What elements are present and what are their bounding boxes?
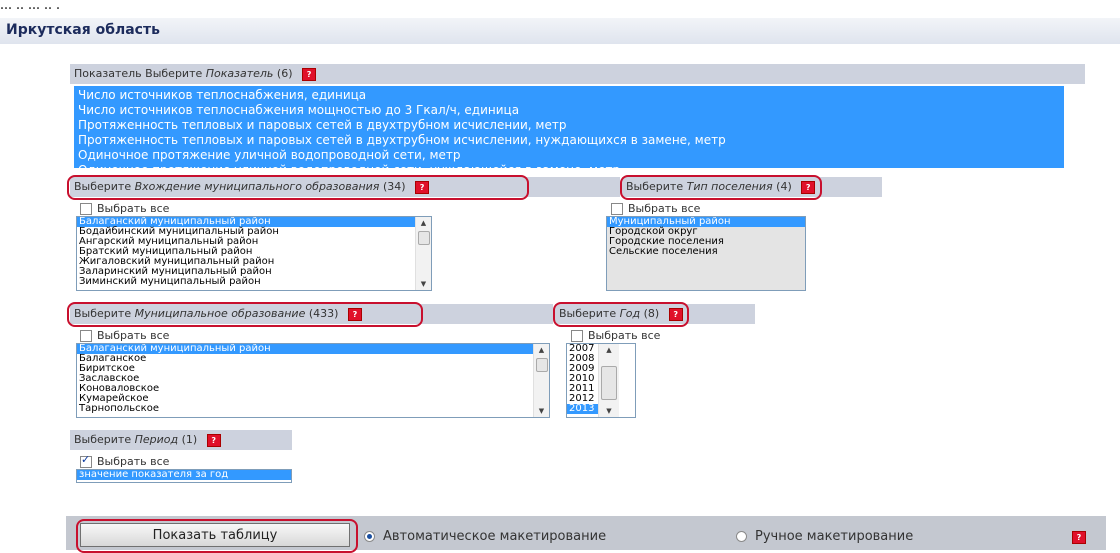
checkbox[interactable]	[80, 203, 92, 215]
scroll-down-icon[interactable]: ▼	[599, 406, 619, 416]
scroll-up-icon[interactable]: ▲	[534, 345, 549, 355]
scroll-up-icon[interactable]: ▲	[599, 345, 619, 355]
period-select-all[interactable]: Выбрать все	[80, 453, 169, 468]
scrollbar[interactable]: ▲ ▼	[415, 217, 431, 290]
list-item[interactable]: Протяженность тепловых и паровых сетей в…	[78, 118, 1060, 133]
municipality-listbox[interactable]: Балаганский муниципальный район Балаганс…	[76, 343, 550, 418]
radio-manual-layout[interactable]: Ручное макетирование	[736, 529, 913, 544]
scroll-up-icon[interactable]: ▲	[416, 218, 431, 228]
year-select-all[interactable]: Выбрать все	[571, 329, 660, 342]
scrollbar[interactable]: ▲ ▼	[598, 344, 619, 417]
list-item[interactable]: Тарнопольское	[77, 404, 549, 414]
region-title: Иркутская область	[6, 22, 160, 38]
indicator-header: Показатель Выберите Показатель (6) ?	[70, 64, 1085, 84]
checkbox[interactable]	[611, 203, 623, 215]
highlight-ring	[553, 302, 689, 327]
list-item[interactable]: Число источников теплоснабжения мощность…	[78, 103, 1060, 118]
period-header: Выберите Период (1) ?	[70, 430, 292, 450]
highlight-ring	[67, 175, 529, 200]
scroll-thumb[interactable]	[536, 358, 548, 372]
municipality-select-all[interactable]: Выбрать все	[80, 329, 169, 342]
checkbox[interactable]	[571, 330, 583, 342]
radio-button[interactable]	[736, 531, 747, 542]
question-mark-icon[interactable]: ?	[302, 67, 317, 81]
scroll-thumb[interactable]	[418, 231, 430, 245]
list-item[interactable]: Балаганское	[77, 354, 549, 364]
list-item[interactable]: Балаганский муниципальный район	[77, 344, 549, 354]
settlement-type-listbox[interactable]: Муниципальный район Городской округ Горо…	[606, 216, 806, 291]
scroll-down-icon[interactable]: ▼	[416, 279, 431, 289]
indicator-listbox[interactable]: Число источников теплоснабжения, единица…	[74, 86, 1064, 177]
scroll-down-icon[interactable]: ▼	[534, 406, 549, 416]
list-item[interactable]: значение показателя за год	[77, 470, 291, 480]
inclusion-listbox[interactable]: Балаганский муниципальный район Бодайбин…	[76, 216, 432, 291]
scrollbar[interactable]: ▲ ▼	[533, 344, 549, 417]
highlight-ring	[76, 519, 358, 553]
inclusion-select-all[interactable]: Выбрать все	[80, 202, 169, 215]
region-title-bar	[0, 18, 1120, 44]
list-item[interactable]: Биритское	[77, 364, 549, 374]
checkbox[interactable]	[80, 330, 92, 342]
radio-auto-layout[interactable]: Автоматическое макетирование	[364, 529, 606, 544]
period-listbox[interactable]: значение показателя за год	[76, 469, 292, 483]
highlight-ring	[67, 302, 423, 327]
highlight-ring	[620, 175, 822, 200]
scroll-thumb[interactable]	[601, 366, 617, 400]
question-mark-icon[interactable]: ?	[1072, 531, 1086, 544]
cropped-caption-strip: ... .. ... .. .	[0, 0, 1120, 18]
question-mark-icon[interactable]: ?	[206, 433, 221, 447]
list-item[interactable]: Число источников теплоснабжения, единица	[78, 88, 1060, 103]
settlement-type-select-all[interactable]: Выбрать все	[611, 202, 700, 215]
radio-button-selected[interactable]	[364, 531, 375, 542]
year-listbox[interactable]: 2007 2008 2009 2010 2011 2012 2013 ▲ ▼	[566, 343, 636, 418]
list-item[interactable]: Протяженность тепловых и паровых сетей в…	[78, 133, 1060, 148]
list-item[interactable]: Одиночное протяжение уличной водопроводн…	[78, 148, 1060, 163]
list-item[interactable]: Сельские поселения	[607, 247, 805, 257]
list-item[interactable]: Зиминский муниципальный район	[77, 277, 431, 287]
checkbox-checked[interactable]	[80, 453, 92, 468]
